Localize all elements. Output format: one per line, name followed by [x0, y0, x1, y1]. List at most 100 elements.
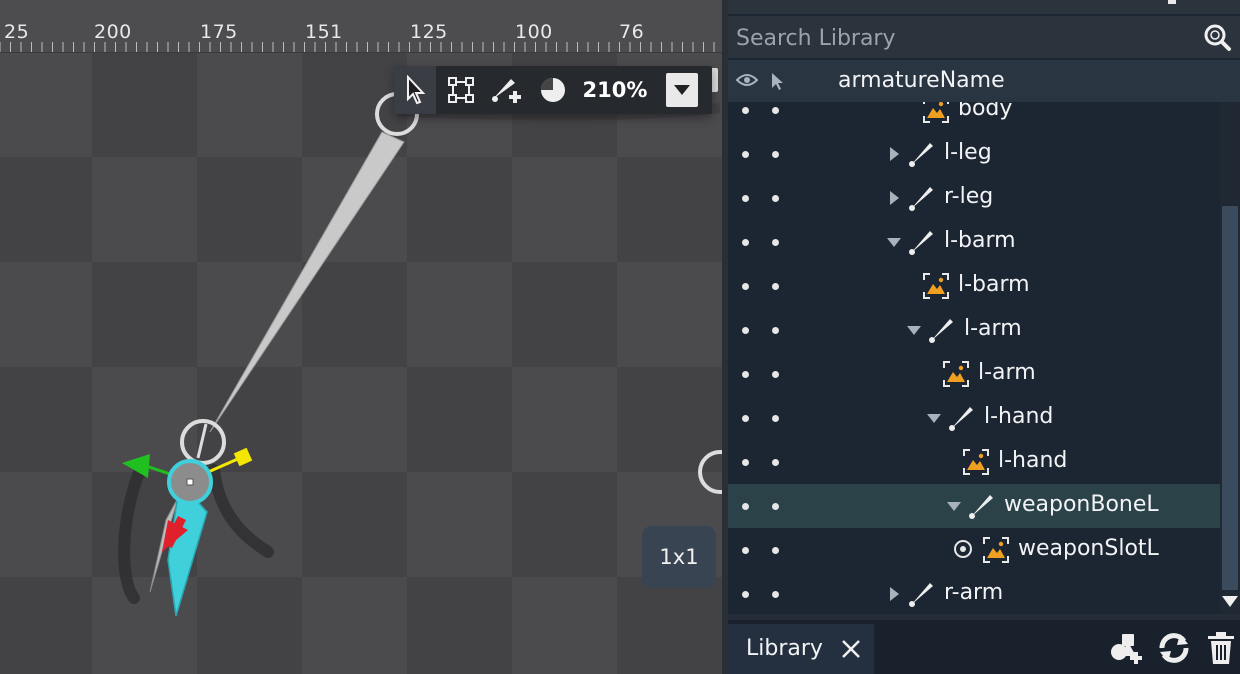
chevron-down-icon: [674, 85, 690, 95]
visibility-toggle[interactable]: [742, 107, 749, 114]
search-icon[interactable]: [1202, 22, 1232, 52]
image-slot-icon: [963, 449, 989, 475]
expand-arrow-down-icon[interactable]: [944, 496, 964, 516]
lock-toggle[interactable]: [772, 327, 779, 334]
lock-toggle[interactable]: [772, 415, 779, 422]
tree-row-label: r-leg: [944, 184, 994, 209]
lock-toggle[interactable]: [772, 591, 779, 598]
top-strip-marker: [1168, 0, 1176, 4]
canvas-stage[interactable]: 25 200 175 151 125 100 76 210% 1x1: [0, 0, 722, 674]
trash-icon[interactable]: [1206, 630, 1236, 666]
tree-row-label: l-hand: [998, 448, 1068, 473]
tree-row-bone[interactable]: l-leg: [728, 132, 1220, 176]
visibility-toggle[interactable]: [742, 371, 749, 378]
transform-frame-icon: [448, 77, 474, 103]
visibility-toggle[interactable]: [742, 151, 749, 158]
visibility-toggle[interactable]: [742, 547, 749, 554]
expand-arrow-down-icon[interactable]: [924, 408, 944, 428]
bone-icon: [909, 187, 933, 211]
visibility-toggle[interactable]: [742, 239, 749, 246]
panel-bottom-bar: Library: [728, 614, 1240, 674]
search-input[interactable]: [734, 20, 1198, 56]
expand-arrow-right-icon[interactable]: [884, 188, 904, 208]
tree-row-label: weaponSlotL: [1018, 536, 1159, 561]
library-tree[interactable]: body l-leg r-leg l-barm l-barm l-arm l-arm l-ha…: [728, 102, 1220, 614]
horizontal-ruler[interactable]: 25 200 175 151 125 100 76: [0, 0, 722, 53]
ruler-label: 200: [94, 21, 132, 43]
panel-top-strip: [728, 0, 1240, 14]
ruler-label: 100: [515, 21, 553, 43]
sphere-shade-icon: [541, 78, 565, 102]
tab-library[interactable]: Library: [728, 624, 874, 674]
lock-toggle[interactable]: [772, 151, 779, 158]
visibility-toggle[interactable]: [742, 195, 749, 202]
weight-tool-button[interactable]: [532, 66, 574, 114]
library-search: [728, 16, 1240, 58]
zoom-level: 210%: [582, 78, 648, 102]
tree-row-image[interactable]: weaponSlotL: [728, 528, 1220, 572]
expand-arrow-right-icon[interactable]: [884, 144, 904, 164]
expand-arrow-down-icon[interactable]: [884, 232, 904, 252]
cursor-arrow-icon: [407, 75, 426, 105]
lock-toggle[interactable]: [772, 283, 779, 290]
tree-row-bone[interactable]: l-hand: [728, 396, 1220, 440]
bone-icon: [949, 407, 973, 431]
lock-toggle[interactable]: [772, 503, 779, 510]
image-slot-icon: [943, 361, 969, 387]
target-slot-icon[interactable]: [952, 538, 974, 560]
bone-icon: [909, 231, 933, 255]
visibility-eye-icon[interactable]: [736, 72, 758, 88]
lock-toggle[interactable]: [772, 239, 779, 246]
bone-icon: [969, 495, 993, 519]
selectable-cursor-icon[interactable]: [770, 72, 784, 92]
add-asset-icon[interactable]: [1108, 630, 1144, 666]
scrollbar-thumb[interactable]: [1222, 206, 1238, 590]
tree-row-label: l-arm: [978, 360, 1036, 385]
tree-row-label: body: [958, 102, 1013, 121]
tree-row-bone[interactable]: weaponBoneL: [728, 484, 1220, 528]
lock-toggle[interactable]: [772, 195, 779, 202]
lock-toggle[interactable]: [772, 459, 779, 466]
tree-row-image[interactable]: l-arm: [728, 352, 1220, 396]
tree-row-image[interactable]: l-barm: [728, 264, 1220, 308]
tree-row-bone[interactable]: l-barm: [728, 220, 1220, 264]
refresh-icon[interactable]: [1156, 630, 1192, 666]
visibility-toggle[interactable]: [742, 459, 749, 466]
tree-row-bone[interactable]: r-leg: [728, 176, 1220, 220]
transform-tool-button[interactable]: [440, 66, 482, 114]
bone-upper-arm: [209, 131, 405, 433]
close-icon[interactable]: [840, 638, 862, 660]
expand-arrow-right-icon[interactable]: [884, 584, 904, 604]
create-bone-tool-button[interactable]: [486, 66, 528, 114]
tree-row-bone[interactable]: l-arm: [728, 308, 1220, 352]
visibility-toggle[interactable]: [742, 327, 749, 334]
size-badge: 1x1: [642, 526, 716, 588]
tree-row-label: l-barm: [958, 272, 1030, 297]
ruler-label: 25: [4, 21, 30, 43]
visibility-toggle[interactable]: [742, 283, 749, 290]
visibility-toggle[interactable]: [742, 415, 749, 422]
tree-row-label: l-hand: [984, 404, 1054, 429]
bone-icon: [929, 319, 953, 343]
lock-toggle[interactable]: [772, 107, 779, 114]
bone-shadow: [208, 464, 274, 558]
tree-scrollbar[interactable]: [1220, 102, 1240, 614]
expand-arrow-down-icon[interactable]: [904, 320, 924, 340]
lock-toggle[interactable]: [772, 547, 779, 554]
tree-row-image[interactable]: l-hand: [728, 440, 1220, 484]
bone-joint-edge: [698, 450, 722, 494]
zoom-dropdown-button[interactable]: [664, 66, 700, 114]
tab-library-label: Library: [746, 636, 823, 661]
image-slot-icon: [983, 537, 1009, 563]
tree-header: armatureName: [728, 60, 1240, 102]
tree-row-image[interactable]: body: [728, 102, 1220, 132]
scroll-down-arrow-icon[interactable]: [1222, 594, 1238, 608]
tree-row-bone[interactable]: r-arm: [728, 572, 1220, 614]
bone-icon: [909, 583, 933, 607]
visibility-toggle[interactable]: [742, 503, 749, 510]
lock-toggle[interactable]: [772, 371, 779, 378]
visibility-toggle[interactable]: [742, 591, 749, 598]
library-panel: armatureName body l-leg r-leg l-barm l-barm l…: [728, 0, 1240, 674]
select-tool-button[interactable]: [394, 66, 436, 114]
tree-row-label: l-barm: [944, 228, 1016, 253]
